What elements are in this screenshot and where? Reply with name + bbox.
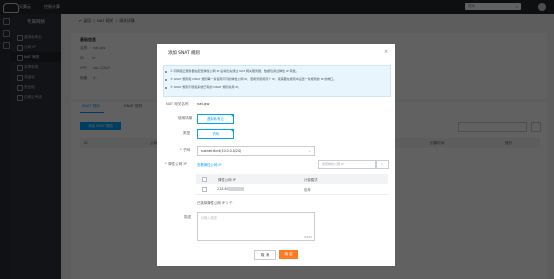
gateway-name-value: nat-gw xyxy=(197,102,210,106)
select-all-checkbox[interactable] xyxy=(202,177,207,182)
description-placeholder: 请输入描述 xyxy=(201,216,217,220)
description-label: 描述 xyxy=(184,215,192,219)
scenario-option-vpc[interactable]: 虚拟私有云 xyxy=(197,114,234,124)
description-textarea[interactable]: 请输入描述 0/255 xyxy=(197,212,315,241)
info-line: ① 同网络云服务器在配置弹性公网 IP 后将优先通过 NAT 网关服务器，数据包… xyxy=(170,69,299,73)
eip-search-input[interactable]: 搜索弹性公网 IP xyxy=(318,160,377,169)
subnet-label: * 子网 xyxy=(180,148,191,152)
bullet-icon xyxy=(165,71,167,73)
chevron-down-icon: ⌄ xyxy=(308,149,311,153)
eip-billing-value: 包年 xyxy=(304,188,311,192)
search-icon[interactable]: ⌕ xyxy=(375,160,389,169)
selected-count: 已选择弹性公网 IP 1 个 xyxy=(197,201,233,205)
type-option-subnet[interactable]: 子网 xyxy=(197,129,234,139)
row-checkbox[interactable] xyxy=(202,187,207,192)
info-line: ③ SNAT 规则不能和系统已有的 DNAT 规则共用 IP。 xyxy=(170,85,242,89)
description-counter: 0/255 xyxy=(303,235,312,239)
eip-col-ip: 弹性公网 IP xyxy=(218,178,236,182)
eip-col-billing: 计费模式 xyxy=(304,178,318,182)
view-eip-link[interactable]: 查看弹性公网 IP xyxy=(197,162,221,167)
bullet-icon xyxy=(165,79,167,81)
subnet-select[interactable]: subnet-6vr4(10.0.0.0/24) ⌄ xyxy=(197,146,315,156)
dialog-title: 添加 SNAT 规则 xyxy=(168,51,200,56)
close-icon[interactable]: × xyxy=(384,49,388,55)
cancel-button[interactable]: 取 消 xyxy=(254,250,276,260)
subnet-select-value: subnet-6vr4(10.0.0.0/24) xyxy=(201,149,242,153)
info-line: ② SNAT 规则和 DNAT 规则每一条使用不同的弹性公网 IP，若希望使用同… xyxy=(170,77,337,81)
type-label: 类型 xyxy=(183,131,191,135)
scenario-label: 使用场景 xyxy=(178,116,193,120)
masked-ip-segment xyxy=(228,187,244,191)
eip-search-placeholder: 搜索弹性公网 IP xyxy=(322,162,344,166)
confirm-button[interactable]: 确 定 xyxy=(279,250,298,259)
bullet-icon xyxy=(165,87,167,89)
eip-label: * 弹性公网 IP xyxy=(165,162,187,166)
gateway-name-label: NAT 网关名称 xyxy=(166,102,189,106)
